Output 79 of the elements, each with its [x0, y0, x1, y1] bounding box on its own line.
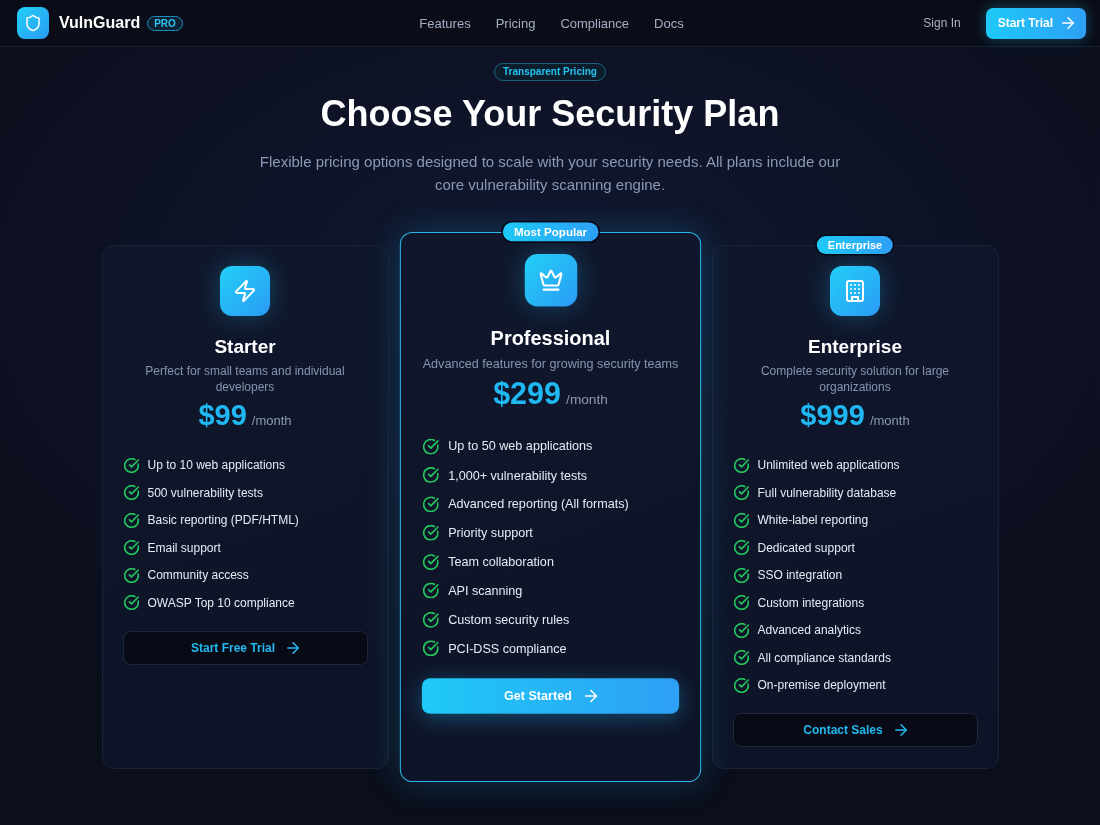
- check-circle-icon: [733, 485, 749, 500]
- check-circle-icon: [733, 567, 749, 583]
- plan-cta-button[interactable]: Contact Sales: [732, 713, 978, 747]
- check-circle-icon: [123, 457, 139, 473]
- check-circle-icon: [733, 622, 749, 638]
- brand-name: VulnGuard: [59, 14, 141, 32]
- plan-price: $999: [800, 398, 865, 432]
- plan-description: Perfect for small teams and individual developers: [144, 363, 346, 395]
- check-circle-icon: [733, 677, 749, 693]
- check-circle-icon: [422, 640, 439, 657]
- plan-badge: Most Popular: [501, 222, 599, 242]
- page-subtitle: Flexible pricing options designed to scale with your security needs. All plans include our core vulnerability scanning engine.: [258, 152, 842, 195]
- check-circle-icon: [422, 553, 439, 570]
- nav-link[interactable]: Docs: [654, 15, 684, 31]
- check-circle-icon: [422, 467, 439, 483]
- check-circle-icon: [733, 457, 749, 473]
- plan-price: $99: [198, 398, 247, 432]
- feature-text: 1,000+ vulnerability tests: [447, 467, 587, 483]
- check-circle-icon: [422, 438, 439, 454]
- price-period: /month: [251, 412, 292, 430]
- tier-badge: PRO: [147, 15, 183, 31]
- check-circle-icon: [123, 540, 139, 555]
- arrow-right-icon: [287, 641, 299, 654]
- feature-text: API scanning: [447, 583, 522, 598]
- feature-text: Team collaboration: [447, 554, 554, 569]
- feature-text: Custom security rules: [447, 612, 569, 627]
- feature-text: SSO integration: [757, 568, 843, 582]
- nav-link[interactable]: Features: [419, 15, 471, 31]
- feature-text: Advanced reporting (All formats): [447, 496, 629, 512]
- feature-text: Priority support: [447, 525, 533, 541]
- nav-link[interactable]: Pricing: [495, 15, 536, 31]
- arrow-right-icon: [1062, 17, 1074, 29]
- lightning-bolt-icon: [220, 266, 270, 316]
- plan-description: Complete security solution for large organizations: [759, 363, 951, 395]
- feature-text: All compliance standards: [757, 650, 891, 665]
- check-circle-icon: [123, 485, 139, 500]
- check-circle-icon: [422, 496, 439, 512]
- check-circle-icon: [733, 595, 749, 610]
- eyebrow-badge: Transparent Pricing: [494, 63, 606, 81]
- feature-text: Custom integrations: [757, 595, 865, 610]
- check-circle-icon: [422, 582, 439, 599]
- price-period: /month: [565, 390, 608, 410]
- check-circle-icon: [733, 650, 749, 665]
- check-circle-icon: [123, 567, 139, 583]
- plan-price: $299: [492, 375, 561, 412]
- feature-text: Basic reporting (PDF/HTML): [147, 513, 299, 527]
- plan-name: Professional: [490, 326, 610, 352]
- feature-text: Community access: [147, 568, 249, 582]
- feature-text: Email support: [147, 540, 221, 555]
- page-title: Choose Your Security Plan: [320, 92, 780, 136]
- feature-text: 500 vulnerability tests: [147, 485, 263, 500]
- plan-badge: Enterprise: [816, 236, 894, 254]
- feature-text: PCI-DSS compliance: [447, 640, 566, 656]
- price-period: /month: [869, 412, 910, 430]
- check-circle-icon: [123, 512, 139, 528]
- feature-text: Full vulnerability database: [757, 485, 897, 500]
- check-circle-icon: [733, 512, 749, 528]
- sign-in-link[interactable]: Sign In: [923, 16, 961, 30]
- plan-description: Advanced features for growing security teams: [422, 355, 678, 373]
- arrow-right-icon: [894, 724, 907, 736]
- feature-text: On-premise deployment: [757, 678, 886, 692]
- crown-icon: [523, 253, 577, 307]
- feature-text: Unlimited web applications: [757, 458, 900, 472]
- feature-text: Up to 10 web applications: [147, 458, 285, 472]
- feature-text: Dedicated support: [757, 540, 855, 555]
- plan-cta-button[interactable]: Start Free Trial: [122, 630, 368, 665]
- feature-text: OWASP Top 10 compliance: [147, 595, 295, 610]
- check-circle-icon: [422, 524, 439, 541]
- plan-name: Enterprise: [808, 335, 902, 359]
- shield-logo-icon: [17, 7, 49, 39]
- nav-link[interactable]: Compliance: [560, 15, 630, 31]
- check-circle-icon: [123, 595, 139, 610]
- check-circle-icon: [422, 611, 439, 628]
- check-circle-icon: [733, 540, 749, 555]
- feature-text: Advanced analytics: [757, 623, 861, 637]
- plan-name: Starter: [214, 335, 276, 359]
- building-icon: [830, 266, 880, 316]
- feature-text: White-label reporting: [757, 513, 869, 527]
- feature-text: Up to 50 web applications: [447, 438, 592, 454]
